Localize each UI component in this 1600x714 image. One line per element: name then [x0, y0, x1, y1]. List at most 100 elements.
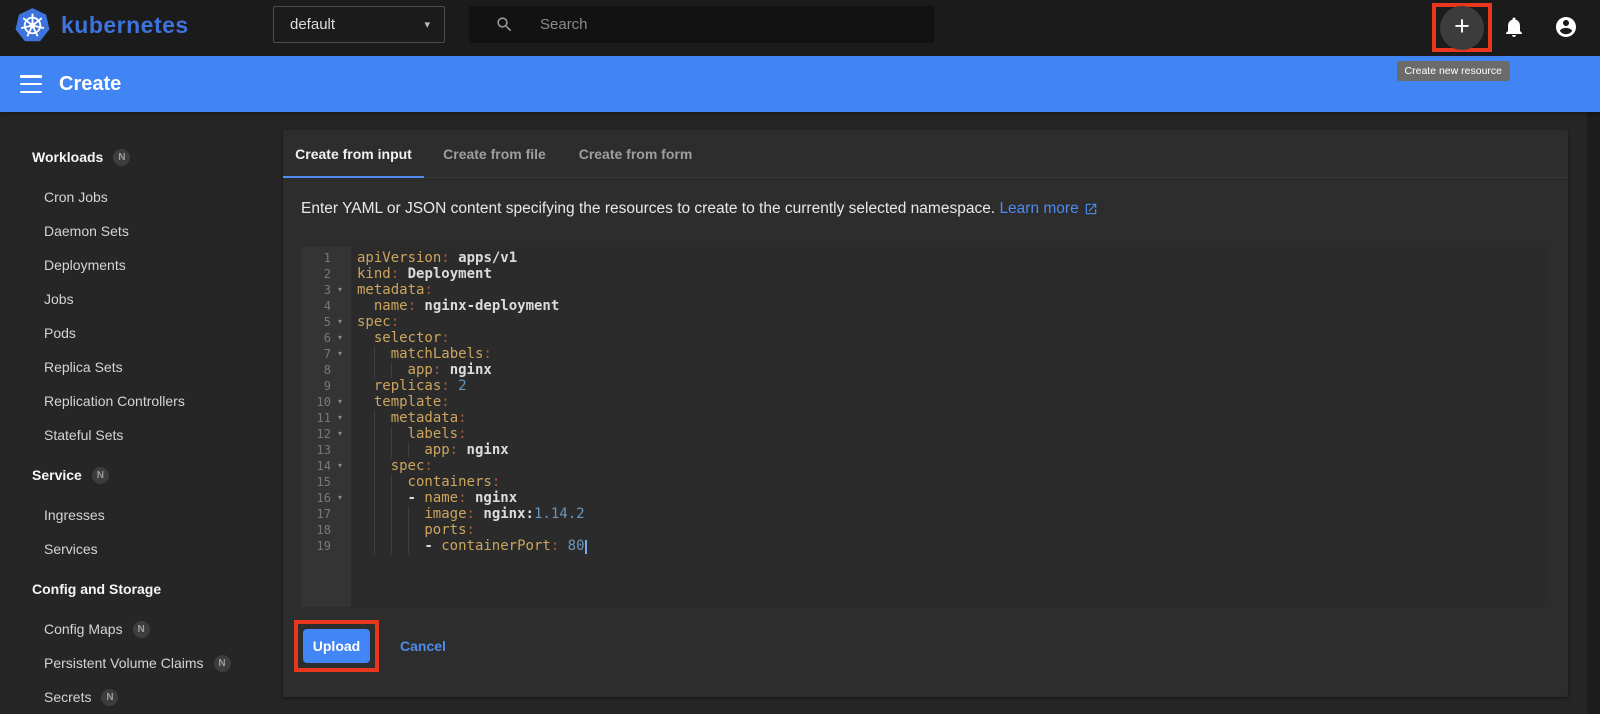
- sidebar-item-daemon-sets[interactable]: Daemon Sets: [0, 214, 277, 248]
- indent-guide: [407, 442, 425, 458]
- yaml-token: app: [407, 362, 433, 378]
- annotation-box-create: +: [1432, 3, 1492, 52]
- code-line: replicas: 2: [357, 378, 1550, 394]
- sidebar-section-workloads[interactable]: Workloads N: [0, 140, 277, 174]
- fold-marker-icon[interactable]: ▾: [331, 426, 349, 442]
- sidebar-item-replication-controllers[interactable]: Replication Controllers: [0, 384, 277, 418]
- fold-marker-icon[interactable]: ▾: [331, 330, 349, 346]
- upload-button[interactable]: Upload: [303, 629, 370, 663]
- sidebar-item-persistent-volume-claims[interactable]: Persistent Volume Claims N: [0, 646, 277, 680]
- create-new-resource-button[interactable]: +: [1440, 5, 1484, 50]
- line-number: 1: [323, 251, 331, 265]
- sidebar-item-label: Daemon Sets: [44, 223, 129, 239]
- code-line: apiVersion: apps/v1: [357, 250, 1550, 266]
- page-scrollbar[interactable]: [1587, 112, 1600, 714]
- yaml-token: :: [458, 410, 467, 426]
- gutter-line: 18: [301, 522, 351, 538]
- line-number: 16: [316, 491, 331, 505]
- sidebar-item-pods[interactable]: Pods: [0, 316, 277, 350]
- yaml-token: nginx:: [474, 506, 534, 522]
- gutter-line: 15: [301, 474, 351, 490]
- tooltip: Create new resource: [1396, 61, 1510, 81]
- tab-create-from-input[interactable]: Create from input: [283, 130, 424, 178]
- indent-guide: [390, 538, 408, 554]
- yaml-token: name: [424, 490, 459, 506]
- yaml-token: -: [424, 538, 442, 554]
- gutter-line: 6 ▾: [301, 330, 351, 346]
- line-number: 3: [323, 283, 331, 297]
- yaml-token: :: [483, 346, 492, 362]
- fold-marker-icon[interactable]: ▾: [331, 314, 349, 330]
- indent-guide: [357, 442, 374, 458]
- cancel-button[interactable]: Cancel: [400, 638, 446, 654]
- code-line: app: nginx: [357, 362, 1550, 378]
- sidebar-item-secrets[interactable]: Secrets N: [0, 680, 277, 714]
- yaml-token: :: [449, 442, 459, 458]
- yaml-token: labels: [407, 426, 459, 442]
- fold-marker-icon[interactable]: ▾: [331, 458, 349, 474]
- sidebar-item-label: Secrets: [44, 689, 92, 705]
- tab-create-from-file[interactable]: Create from file: [424, 130, 565, 177]
- fold-marker-icon[interactable]: ▾: [331, 282, 349, 298]
- sidebar-item-jobs[interactable]: Jobs: [0, 282, 277, 316]
- code-line: spec:: [357, 458, 1550, 474]
- sidebar-item-config-maps[interactable]: Config Maps N: [0, 612, 277, 646]
- fold-marker-icon[interactable]: ▾: [331, 490, 349, 506]
- namespace-selector[interactable]: default ▾: [273, 6, 445, 43]
- fold-marker-icon[interactable]: ▾: [331, 346, 349, 362]
- yaml-token: 80: [559, 538, 585, 554]
- editor-code[interactable]: apiVersion: apps/v1 kind: Deployment metad…: [351, 247, 1550, 554]
- gutter-line: 16 ▾: [301, 490, 351, 506]
- search-input[interactable]: [540, 16, 922, 33]
- yaml-token: :: [491, 474, 501, 490]
- hamburger-icon: [20, 75, 42, 78]
- gutter-line: 4: [301, 298, 351, 314]
- yaml-token: apiVersion: [357, 250, 442, 266]
- indent-guide: [373, 458, 391, 474]
- yaml-token: Deployment: [399, 266, 492, 282]
- fold-marker-icon[interactable]: ▾: [331, 394, 349, 410]
- notifications-button[interactable]: [1502, 15, 1526, 39]
- account-button[interactable]: [1554, 15, 1578, 39]
- indent-guide: [357, 426, 374, 442]
- sidebar-item-services[interactable]: Services: [0, 532, 277, 566]
- code-line: kind: Deployment: [357, 266, 1550, 282]
- indent-guide: [357, 474, 374, 490]
- tab-create-from-form[interactable]: Create from form: [565, 130, 706, 177]
- yaml-token: :: [407, 298, 416, 314]
- indent-guide: [373, 474, 391, 490]
- yaml-token: nginx: [466, 490, 518, 506]
- fold-marker-icon[interactable]: ▾: [331, 410, 349, 426]
- sidebar-item-stateful-sets[interactable]: Stateful Sets: [0, 418, 277, 452]
- yaml-editor[interactable]: 1 2 3 ▾ 4 5 ▾ 6 ▾ 7 ▾ 8 9 10 ▾ 11 ▾ 12 ▾ 13 14 ▾ 15 16 ▾ 17 18 19 a…: [301, 247, 1550, 607]
- sidebar-item-replica-sets[interactable]: Replica Sets: [0, 350, 277, 384]
- sidebar-section-service[interactable]: Service N: [0, 458, 277, 492]
- indent-guide: [373, 362, 391, 378]
- sidebar-item-label: Cron Jobs: [44, 189, 108, 205]
- sidebar-item-ingresses[interactable]: Ingresses: [0, 498, 277, 532]
- sidebar-section-config-and-storage[interactable]: Config and Storage: [0, 572, 277, 606]
- yaml-token: :: [550, 538, 560, 554]
- indent-guide: [357, 538, 374, 554]
- bell-icon: [1506, 17, 1522, 37]
- kubernetes-brand[interactable]: kubernetes: [14, 7, 189, 44]
- tab-label: Create from form: [578, 145, 693, 162]
- indent-guide: [357, 330, 374, 346]
- annotation-box-upload: Upload: [294, 620, 379, 672]
- menu-button[interactable]: [20, 74, 44, 94]
- yaml-token: :: [441, 330, 450, 346]
- gutter-line: 17: [301, 506, 351, 522]
- line-number: 19: [316, 539, 331, 553]
- sidebar-item-cron-jobs[interactable]: Cron Jobs: [0, 180, 277, 214]
- yaml-token: selector: [373, 330, 442, 346]
- yaml-token: :: [466, 522, 475, 538]
- tab-bar: Create from input Create from file Create …: [283, 130, 1568, 178]
- learn-more-link[interactable]: Learn more: [999, 197, 1097, 221]
- line-number: 15: [316, 475, 331, 489]
- sidebar-item-deployments[interactable]: Deployments: [0, 248, 277, 282]
